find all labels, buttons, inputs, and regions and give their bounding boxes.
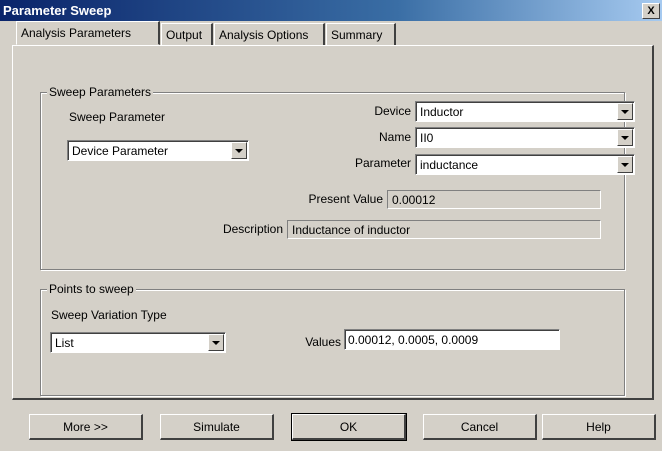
button-label: OK — [339, 420, 358, 434]
tab-summary[interactable]: Summary — [326, 23, 396, 45]
chevron-down-icon[interactable] — [617, 129, 633, 146]
description-field: Inductance of inductor — [287, 220, 601, 239]
group-label: Sweep Parameters — [47, 85, 154, 99]
sweep-variation-type-select[interactable]: List — [50, 332, 226, 353]
parameter-select[interactable]: inductance — [415, 154, 635, 175]
device-select[interactable]: Inductor — [415, 101, 635, 122]
more-button[interactable]: More >> — [29, 414, 143, 440]
sweep-parameter-select[interactable]: Device Parameter — [67, 140, 249, 161]
chevron-down-icon[interactable] — [617, 156, 633, 173]
simulate-button[interactable]: Simulate — [160, 414, 274, 440]
select-value: inductance — [420, 158, 479, 172]
cancel-button[interactable]: Cancel — [423, 414, 537, 440]
tab-label: Analysis Parameters — [21, 26, 132, 40]
present-value-label: Present Value — [308, 192, 384, 206]
field-value: 0.00012 — [392, 193, 436, 207]
present-value-field: 0.00012 — [387, 190, 601, 209]
sweep-variation-type-label: Sweep Variation Type — [51, 308, 167, 322]
tab-analysis-options[interactable]: Analysis Options — [214, 23, 325, 45]
parameter-sweep-dialog: Analysis Parameters Output Analysis Opti… — [0, 21, 662, 451]
chevron-down-icon[interactable] — [231, 142, 247, 159]
button-label: Simulate — [193, 420, 240, 434]
device-label: Device — [374, 104, 411, 118]
tab-label: Summary — [331, 28, 383, 42]
select-value: II0 — [420, 131, 434, 145]
title-bar: Parameter Sweep X — [0, 0, 662, 21]
description-label: Description — [222, 222, 283, 236]
tab-output[interactable]: Output — [161, 23, 213, 45]
parameter-label: Parameter — [354, 156, 411, 170]
button-label: More >> — [63, 420, 108, 434]
select-value: Inductor — [420, 105, 464, 119]
ok-button[interactable]: OK — [291, 413, 407, 441]
sweep-parameter-label: Sweep Parameter — [69, 110, 166, 124]
button-label: Cancel — [460, 420, 499, 434]
chevron-down-icon[interactable] — [617, 103, 633, 120]
values-label: Values — [305, 335, 341, 349]
name-label: Name — [378, 130, 411, 144]
group-label: Points to sweep — [47, 282, 136, 296]
field-value: Inductance of inductor — [292, 223, 411, 237]
tab-label: Output — [166, 28, 203, 42]
select-value: List — [55, 336, 74, 350]
analysis-parameters-panel: Sweep Parameters Sweep Parameter Device … — [12, 45, 654, 400]
tab-analysis-parameters[interactable]: Analysis Parameters — [16, 21, 160, 45]
select-value: Device Parameter — [72, 144, 169, 158]
window-title: Parameter Sweep — [3, 3, 112, 18]
tab-label: Analysis Options — [219, 28, 309, 42]
help-button[interactable]: Help — [542, 414, 656, 440]
values-input[interactable] — [344, 329, 560, 350]
chevron-down-icon[interactable] — [208, 334, 224, 351]
close-icon[interactable]: X — [642, 3, 660, 19]
name-select[interactable]: II0 — [415, 127, 635, 148]
button-label: Help — [586, 420, 611, 434]
